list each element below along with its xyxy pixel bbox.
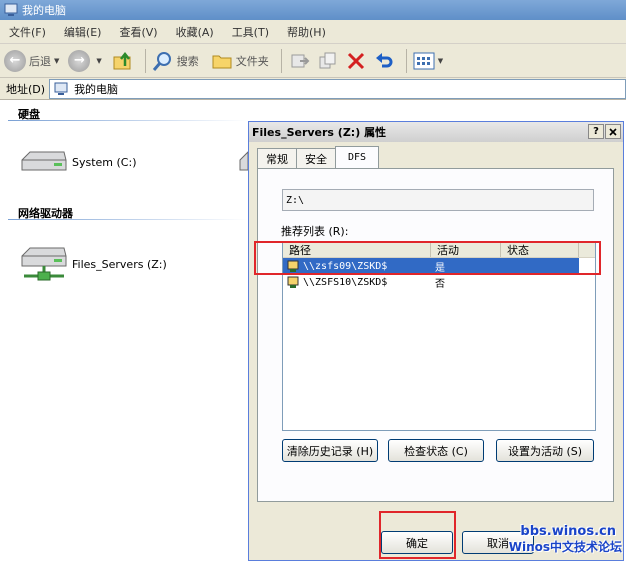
forward-dropdown-icon[interactable]: ▼ — [96, 57, 101, 65]
search-icon — [152, 51, 171, 71]
dialog-tabs: 常规 安全 DFS — [257, 146, 380, 168]
back-button[interactable]: ← 后退 ▼ — [4, 49, 62, 72]
list-item-active: 否 — [435, 278, 445, 290]
close-button[interactable] — [605, 124, 621, 139]
list-item-path-cell: \\ZSFS10\ZSKD$ — [283, 276, 431, 289]
menu-view[interactable]: 查看(V) — [110, 24, 166, 40]
toolbar: ← 后退 ▼ → ▼ 搜索 文件夹 ▼ — [0, 44, 626, 78]
views-button[interactable]: ▼ — [413, 52, 446, 70]
watermark-forum: Winos中文技术论坛 — [508, 540, 622, 554]
clear-history-button[interactable]: 清除历史记录 (H) — [282, 439, 378, 462]
search-button[interactable]: 搜索 — [152, 50, 199, 72]
folder-icon — [212, 55, 232, 68]
menu-tools[interactable]: 工具(T) — [223, 24, 278, 40]
delete-x-icon — [347, 52, 364, 69]
copy-to-button[interactable] — [316, 49, 340, 73]
back-dropdown-icon[interactable]: ▼ — [54, 57, 59, 65]
watermark-url: bbs.winos.cn — [520, 524, 616, 539]
list-item[interactable]: \\ZSFS10\ZSKD$ 否 — [283, 274, 595, 290]
dfs-panel: Z:\ 推荐列表 (R): 路径 活动 状态 \\zsfs09\ZSKD$ 是 — [257, 168, 614, 502]
highlight-box — [379, 511, 456, 559]
forward-arrow-icon: → — [68, 49, 91, 72]
network-share-icon — [287, 276, 299, 288]
group-divider — [8, 219, 248, 220]
forward-button[interactable]: → ▼ — [68, 49, 104, 72]
close-icon — [609, 127, 617, 136]
views-grid-icon — [413, 52, 435, 69]
hard-disk-icon — [239, 151, 248, 171]
search-label: 搜索 — [176, 54, 199, 68]
folders-label: 文件夹 — [235, 54, 269, 68]
window-title: 我的电脑 — [22, 4, 66, 17]
folders-button[interactable]: 文件夹 — [211, 51, 269, 71]
drive-z-label: Files_Servers (Z:) — [72, 257, 167, 271]
list-item-path: \\ZSFS10\ZSKD$ — [303, 276, 388, 288]
menu-edit[interactable]: 编辑(E) — [55, 24, 111, 40]
up-folder-button[interactable] — [111, 49, 135, 73]
back-arrow-icon: ← — [4, 49, 26, 72]
address-field[interactable]: 我的电脑 — [49, 78, 626, 99]
menu-file[interactable]: 文件(F) — [0, 24, 55, 40]
menu-bar: 文件(F) 编辑(E) 查看(V) 收藏(A) 工具(T) 帮助(H) — [0, 20, 626, 44]
group-divider — [8, 120, 248, 121]
tab-dfs[interactable]: DFS — [335, 146, 380, 168]
back-label: 后退 — [29, 54, 51, 68]
address-bar: 地址(D) 我的电脑 — [0, 78, 626, 100]
path-field: Z:\ — [282, 189, 594, 211]
dialog-title: Files_Servers (Z:) 属性 — [252, 126, 387, 139]
drive-c[interactable]: System (C:) — [20, 148, 137, 176]
check-status-button[interactable]: 检查状态 (C) — [388, 439, 484, 462]
menu-help[interactable]: 帮助(H) — [278, 24, 335, 40]
move-to-button[interactable] — [288, 49, 312, 73]
help-button[interactable]: ? — [588, 124, 604, 139]
tab-general[interactable]: 常规 — [257, 148, 297, 168]
window-titlebar: 我的电脑 — [0, 0, 626, 20]
delete-button[interactable] — [344, 49, 368, 73]
network-drive-icon — [21, 247, 67, 281]
address-label: 地址(D) — [6, 82, 46, 96]
tab-security[interactable]: 安全 — [296, 148, 336, 168]
up-folder-icon — [113, 51, 131, 69]
hard-disk-icon — [21, 151, 67, 171]
highlight-box — [254, 241, 601, 275]
set-active-button[interactable]: 设置为活动 (S) — [496, 439, 594, 462]
drive-z[interactable]: Files_Servers (Z:) — [20, 244, 167, 284]
move-to-icon — [291, 54, 310, 67]
dialog-titlebar: Files_Servers (Z:) 属性 ? — [249, 122, 623, 142]
my-computer-icon — [4, 3, 18, 16]
referral-list-label: 推荐列表 (R): — [281, 225, 349, 238]
drive-c-label: System (C:) — [72, 155, 137, 169]
undo-button[interactable] — [372, 49, 396, 73]
copy-to-icon — [319, 52, 336, 68]
undo-icon — [375, 52, 393, 67]
toolbar-separator — [405, 48, 407, 73]
properties-dialog: Files_Servers (Z:) 属性 ? 常规 安全 DFS Z:\ 推荐… — [248, 121, 624, 561]
address-value: 我的电脑 — [74, 82, 119, 96]
my-computer-icon — [54, 82, 68, 95]
toolbar-separator — [144, 48, 146, 73]
toolbar-separator — [280, 48, 282, 73]
menu-favorites[interactable]: 收藏(A) — [167, 24, 223, 40]
views-dropdown-icon: ▼ — [437, 56, 444, 65]
